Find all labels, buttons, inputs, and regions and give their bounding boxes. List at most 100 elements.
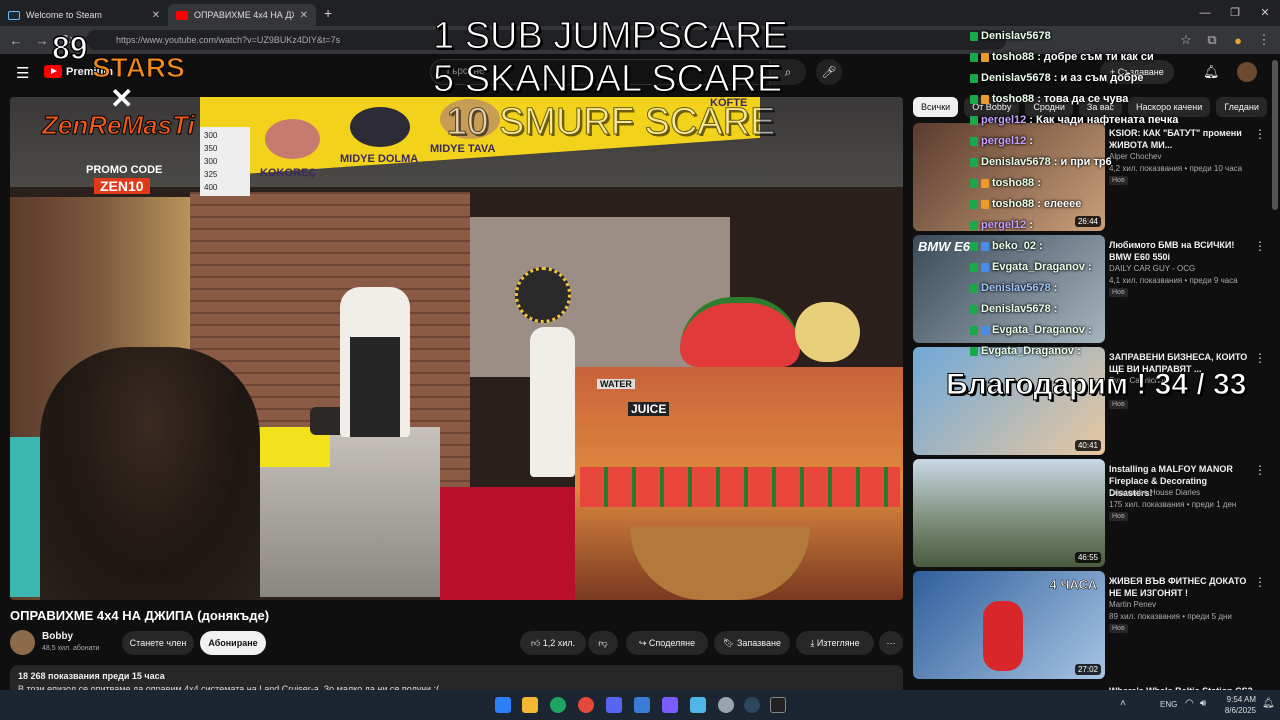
chat-message: : (1076, 345, 1081, 357)
chat-line: Evgata_Draganov: (970, 345, 1081, 357)
chat-line: Evgata_Draganov: (970, 324, 1092, 336)
new-badge: Нов (1109, 288, 1128, 297)
steam-icon[interactable] (744, 697, 760, 713)
more-vert-icon[interactable]: ⋮ (1254, 463, 1266, 477)
logo-circle (515, 267, 571, 323)
chat-message: : (1029, 219, 1033, 231)
chat-line: pergel12: Как чади нафтената печка (970, 114, 1178, 126)
profile-icon[interactable]: ● (1230, 33, 1246, 48)
obs-icon[interactable] (718, 697, 734, 713)
chat-line: pergel12: (970, 135, 1033, 147)
rec-title[interactable]: Любимото БМВ на ВСИЧКИ! BMW E60 550i (1109, 239, 1249, 263)
channel-name[interactable]: Bobby (42, 631, 73, 642)
sign-midye-dolma: MIDYE DOLMA (340, 153, 419, 165)
rec-channel[interactable]: Alper Chochev (1109, 152, 1161, 161)
promo-code: ZEN10 (94, 178, 150, 194)
like-button[interactable]: 👍︎ 1,2 хил. (520, 631, 586, 655)
app-icon[interactable] (662, 697, 678, 713)
save-button[interactable]: 🔖︎ Запазване (714, 631, 790, 655)
voice-search-button[interactable]: 🎤︎ (816, 59, 842, 85)
chat-message: : добре съм ти как си (1037, 51, 1154, 63)
language-indicator[interactable]: ENG (1160, 700, 1177, 709)
chat-message: : и при тр6 (1053, 156, 1112, 168)
chat-user: tosho88 (992, 51, 1035, 63)
new-badge: Нов (1109, 512, 1128, 521)
back-icon[interactable]: ← (8, 33, 24, 48)
recommendation-item[interactable]: 26:44 KSIOR: КАК "БАТУТ" промени ЖИВОТА … (913, 123, 1268, 231)
goal-line-3: 10 SMURF SCARE (445, 101, 776, 144)
subscribe-button[interactable]: Абониране (200, 631, 266, 655)
close-icon[interactable]: ✕ (152, 10, 160, 21)
rec-title[interactable]: KSIOR: КАК "БАТУТ" промени ЖИВОТА МИ... (1109, 127, 1249, 151)
duration-badge: 26:44 (1074, 216, 1101, 227)
video-thumbnail[interactable]: 46:55 (913, 459, 1105, 567)
chat-message: : това да се чува (1037, 93, 1129, 105)
wifi-icon[interactable]: ◠ (1185, 698, 1194, 709)
notifications-icon[interactable]: 🔔︎ (1203, 64, 1220, 80)
more-vert-icon[interactable]: ⋮ (1254, 127, 1266, 141)
microphone-icon: 🎤︎ (821, 65, 837, 79)
avatar[interactable] (1237, 62, 1257, 82)
rec-channel[interactable]: Martin Penev (1109, 600, 1156, 609)
worker (530, 327, 575, 477)
rec-meta: 89 хил. показвания • преди 5 дни (1109, 612, 1232, 621)
tray-chevron-icon[interactable]: ˄ (1120, 698, 1126, 709)
app-icon[interactable] (578, 697, 594, 713)
notification-bell-icon[interactable]: 🔔︎ (1262, 698, 1275, 709)
new-tab-button[interactable]: + (324, 5, 332, 21)
close-window-button[interactable]: ✕ (1250, 0, 1280, 26)
extensions-icon[interactable]: ⧉ (1204, 32, 1220, 48)
join-button[interactable]: Станете член (122, 631, 194, 655)
share-button[interactable]: ↪ Споделяне (626, 631, 708, 655)
chat-message: : и аз съм добре (1053, 72, 1144, 84)
minimize-button[interactable]: — (1190, 0, 1220, 26)
hamburger-icon[interactable]: ☰ (16, 64, 29, 82)
star-icon[interactable]: ☆ (1178, 32, 1194, 48)
price: 300 (204, 157, 218, 166)
video-title: ОПРАВИХМЕ 4x4 НА ДЖИПА (донякъде) (10, 608, 270, 623)
rec-channel[interactable]: Duncombe House Diaries (1109, 488, 1200, 497)
more-vert-icon[interactable]: ⋮ (1254, 239, 1266, 253)
chip-all[interactable]: Всички (913, 97, 959, 117)
forward-icon[interactable]: → (34, 33, 50, 48)
notepad-icon[interactable] (690, 697, 706, 713)
volume-icon[interactable]: 🔊︎ (1200, 698, 1206, 709)
chat-line: tosho88: елееее (970, 198, 1081, 210)
promo-label: PROMO CODE (86, 164, 163, 176)
tab-youtube[interactable]: ОПРАВИХМЕ 4x4 НА ДЖИ ✕ (168, 4, 316, 26)
menu-icon[interactable]: ⋮ (1256, 32, 1272, 48)
clock[interactable]: 9:54 AM 8/6/2025 (1222, 694, 1256, 716)
more-vert-icon[interactable]: ⋮ (1254, 351, 1266, 365)
epic-games-icon[interactable] (770, 697, 786, 713)
thanks-counter: Благодарим ! 34 / 33 (945, 368, 1247, 402)
chip-watched[interactable]: Гледани (1216, 97, 1267, 117)
tab-steam[interactable]: Welcome to Steam ✕ (0, 4, 168, 26)
windows-start-icon[interactable] (495, 697, 511, 713)
close-icon[interactable]: ✕ (300, 10, 308, 21)
rec-title[interactable]: ЖИВЕЯ ВЪВ ФИТНЕС ДОКАТО НЕ МЕ ИЗГОНЯТ ! (1109, 575, 1249, 599)
thumbs-up-icon: 👍︎ (530, 638, 543, 648)
discord-icon[interactable] (606, 697, 622, 713)
food-photo (265, 119, 320, 159)
more-actions-button[interactable]: ⋯ (879, 631, 903, 655)
download-button[interactable]: ⤓ Изтегляне (796, 631, 874, 655)
app-icon[interactable] (634, 697, 650, 713)
chat-line: tosho88: добре съм ти как си (970, 51, 1154, 63)
chat-message: : (1053, 282, 1058, 294)
new-badge: Нов (1109, 624, 1128, 633)
channel-avatar[interactable] (10, 630, 35, 655)
video-thumbnail[interactable]: 4 ЧАСА 27:02 (913, 571, 1105, 679)
price: 400 (204, 183, 218, 192)
dislike-button[interactable]: 👎︎ (588, 631, 618, 655)
rec-channel[interactable]: DAILY CAR GUY - OCG (1109, 264, 1195, 273)
chrome-icon[interactable] (550, 697, 566, 713)
recommendation-item[interactable]: 4 ЧАСА 27:02 ЖИВЕЯ ВЪВ ФИТНЕС ДОКАТО НЕ … (913, 571, 1268, 679)
scrollbar[interactable] (1272, 60, 1278, 210)
more-vert-icon[interactable]: ⋮ (1254, 575, 1266, 589)
rec-meta: 4,2 хил. показвания • преди 10 часа (1109, 164, 1243, 173)
recommendation-item[interactable]: 46:55 Installing a MALFOY MANOR Fireplac… (913, 459, 1268, 567)
price: 350 (204, 144, 218, 153)
maximize-button[interactable]: ❐ (1220, 0, 1250, 26)
file-explorer-icon[interactable] (522, 697, 538, 713)
price: 300 (204, 131, 218, 140)
